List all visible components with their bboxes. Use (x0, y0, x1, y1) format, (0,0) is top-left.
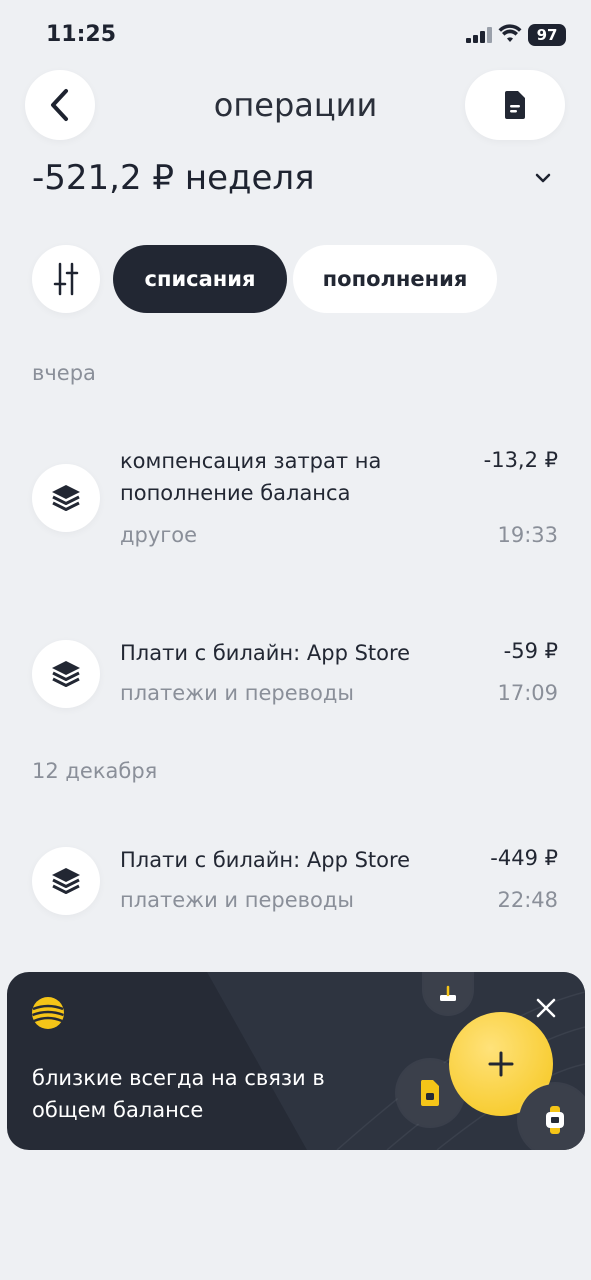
section-date-label: 12 декабря (32, 759, 158, 783)
transaction-category: другое (120, 523, 198, 547)
section-date-label: вчера (32, 361, 96, 385)
tab-debits[interactable]: списания (113, 245, 287, 313)
close-icon[interactable] (535, 997, 557, 1019)
period-total[interactable]: -521,2 ₽ неделя (32, 158, 315, 198)
transaction-title: Плати с билайн: App Store (120, 641, 411, 665)
document-icon (505, 91, 525, 119)
promo-text: близкие всегда на связи в общем балансе (32, 1066, 325, 1122)
sim-card-icon (420, 1080, 439, 1106)
statement-button[interactable] (465, 70, 565, 140)
filter-button[interactable] (32, 245, 100, 313)
layers-icon (52, 868, 80, 894)
transaction-row[interactable]: компенсация затрат на пополнение баланса… (0, 430, 591, 570)
battery-indicator: 97 (528, 24, 566, 46)
transaction-title: компенсация затрат на пополнение баланса (120, 449, 382, 505)
wifi-icon (498, 24, 522, 42)
transaction-time: 22:48 (497, 888, 558, 912)
watch-bubble (519, 1084, 585, 1150)
transaction-category: платежи и переводы (120, 888, 354, 912)
transaction-amount: -449 ₽ (490, 846, 558, 870)
transaction-category: платежи и переводы (120, 681, 354, 705)
chevron-down-icon[interactable] (532, 170, 554, 186)
cellular-signal-icon (466, 27, 492, 43)
transaction-icon (32, 847, 100, 915)
transaction-amount: -59 ₽ (503, 639, 558, 663)
status-time: 11:25 (46, 22, 117, 47)
layers-icon (52, 485, 80, 511)
transaction-time: 17:09 (497, 681, 558, 705)
transaction-time: 19:33 (497, 523, 558, 547)
tab-credits[interactable]: пополнения (293, 245, 497, 313)
transaction-row[interactable]: Плати с билайн: App Store платежи и пере… (0, 625, 591, 725)
transaction-row[interactable]: Плати с билайн: App Store платежи и пере… (0, 832, 591, 932)
transaction-title: Плати с билайн: App Store (120, 848, 411, 872)
beeline-logo-icon (32, 997, 64, 1029)
transaction-amount: -13,2 ₽ (483, 448, 558, 472)
plus-icon (488, 1051, 514, 1077)
smartwatch-icon (546, 1106, 564, 1134)
sliders-icon (53, 262, 79, 296)
promo-banner[interactable]: близкие всегда на связи в общем балансе (7, 972, 585, 1150)
router-icon (440, 985, 456, 1001)
transaction-icon (32, 640, 100, 708)
transaction-icon (32, 464, 100, 532)
layers-icon (52, 661, 80, 687)
